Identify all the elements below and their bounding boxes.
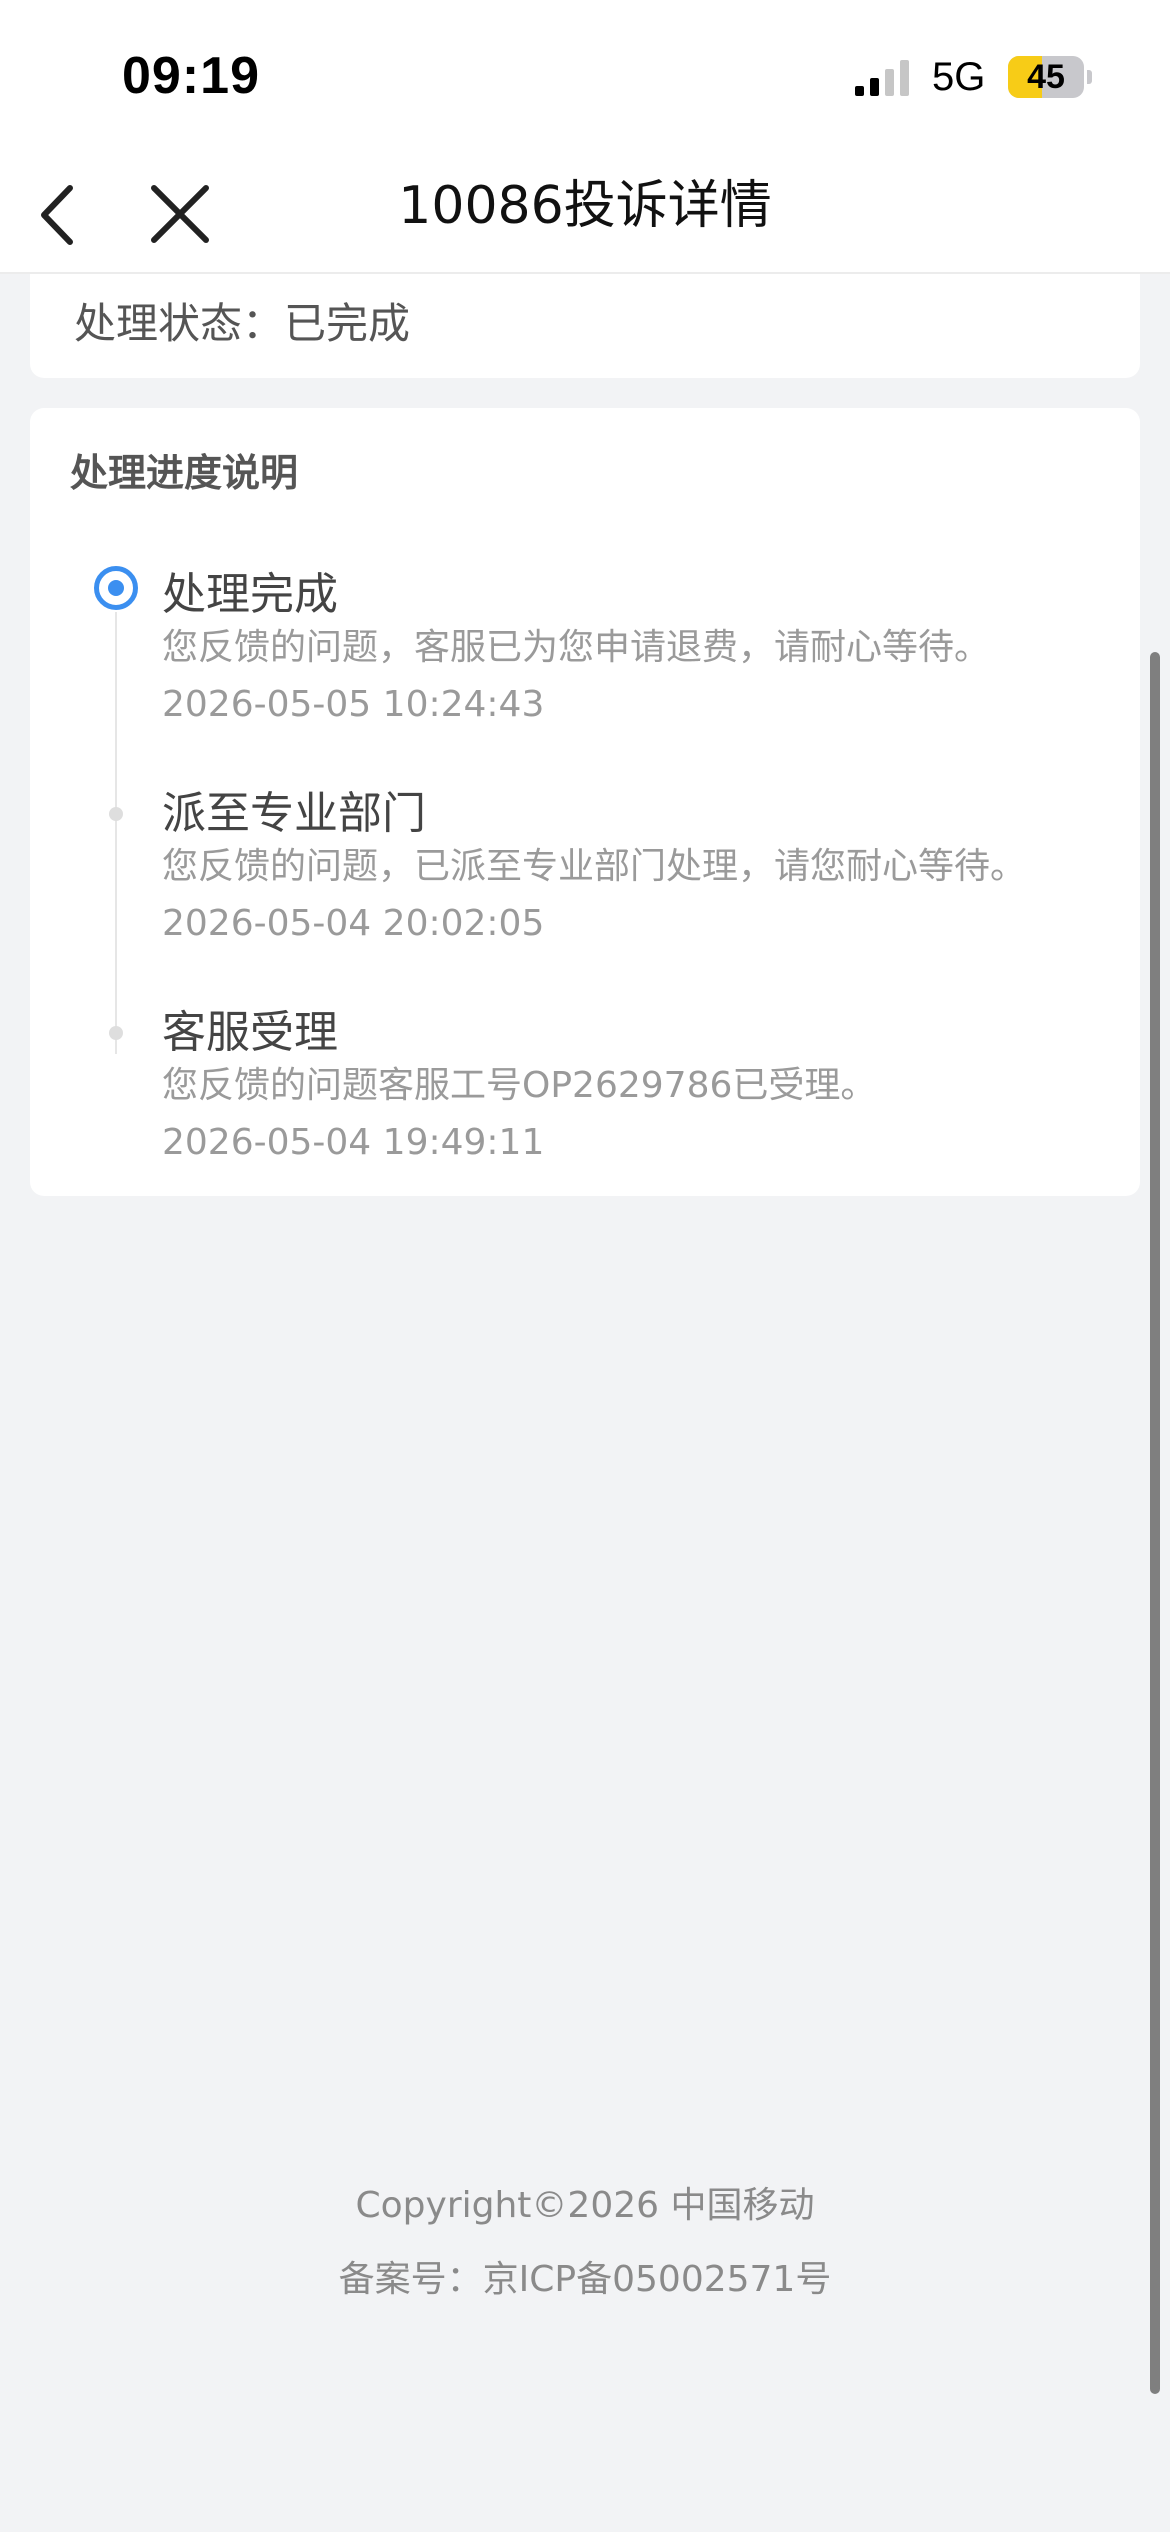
timeline-step: 处理完成 您反馈的问题，客服已为您申请退费，请耐心等待。 2026-05-05 … (162, 564, 1122, 734)
processing-status: 处理状态：已完成 (74, 299, 411, 348)
progress-title: 处理进度说明 (70, 451, 299, 495)
page: 09:19 5G 45 10086投诉详情 处理状态：已完成 处理进度说明 处理… (0, 0, 1170, 2532)
status-bar: 09:19 5G 45 (0, 0, 1170, 150)
timeline-step: 派至专业部门 您反馈的问题，已派至专业部门处理，请您耐心等待。 2026-05-… (162, 783, 1122, 953)
battery-body: 45 (1008, 56, 1084, 98)
status-card: 处理状态：已完成 (30, 274, 1140, 378)
step-description: 您反馈的问题，客服已为您申请退费，请耐心等待。 (162, 627, 991, 668)
step-title: 处理完成 (162, 569, 338, 620)
step-timestamp: 2026-05-04 20:02:05 (162, 903, 545, 944)
step-title: 派至专业部门 (162, 788, 426, 839)
battery-indicator: 45 (1008, 56, 1092, 98)
step-timestamp: 2026-05-05 10:24:43 (162, 684, 545, 725)
scrollbar[interactable] (1150, 652, 1160, 2394)
step-timestamp: 2026-05-04 19:49:11 (162, 1122, 545, 1163)
step-title: 客服受理 (162, 1007, 338, 1058)
step-description: 您反馈的问题客服工号OP2629786已受理。 (162, 1065, 877, 1106)
close-button[interactable] (138, 170, 228, 260)
signal-bars-icon (855, 60, 909, 96)
timeline-node-active-dot (108, 580, 124, 596)
network-type: 5G (932, 55, 986, 99)
timeline-step: 客服受理 您反馈的问题客服工号OP2629786已受理。 2026-05-04 … (162, 1002, 1122, 1172)
battery-percent: 45 (1027, 58, 1065, 96)
footer-copyright: Copyright©2026 中国移动 (355, 2185, 815, 2226)
timeline-node-active (94, 566, 138, 610)
back-button[interactable] (28, 170, 118, 260)
status-time: 09:19 (122, 47, 260, 105)
timeline-node (109, 1026, 123, 1040)
timeline-node (109, 807, 123, 821)
close-icon (151, 185, 209, 243)
progress-card: 处理进度说明 处理完成 您反馈的问题，客服已为您申请退费，请耐心等待。 2026… (30, 408, 1140, 1196)
step-description: 您反馈的问题，已派至专业部门处理，请您耐心等待。 (162, 846, 1027, 887)
nav-bar: 10086投诉详情 (0, 150, 1170, 274)
chevron-left-icon (41, 185, 73, 245)
footer-icp-link[interactable]: 备案号：京ICP备05002571号 (0, 2250, 1170, 2302)
battery-cap (1087, 70, 1092, 84)
timeline-line (115, 612, 117, 1054)
